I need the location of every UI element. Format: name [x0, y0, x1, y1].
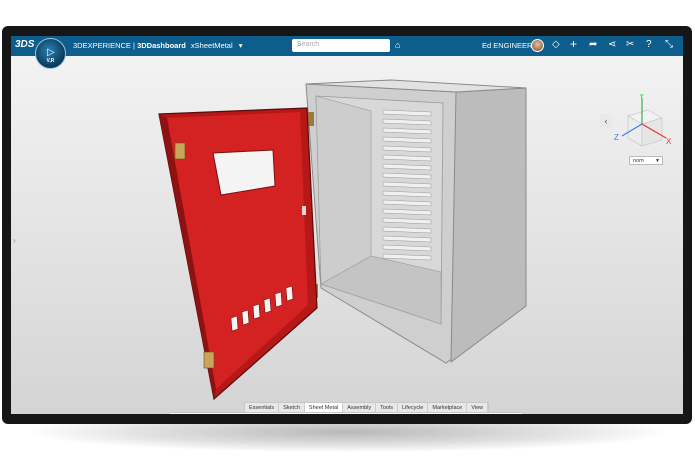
app-title[interactable]: 3DEXPERIENCE | 3DDashboard xSheetMetal ▾ [73, 41, 242, 50]
compass-widget[interactable]: ▷ V,R [35, 38, 66, 69]
action-bar-tabs: Essentials Sketch Sheet Metal Assembly Tools… [244, 402, 490, 412]
door-hole [263, 297, 272, 314]
title-brand: 3DEXPERIENCE [73, 41, 131, 50]
hinge-top [308, 112, 314, 126]
view-select-value: nom [633, 158, 644, 164]
axis-x-label: X [666, 137, 672, 146]
enclosure-model[interactable] [11, 56, 683, 414]
cabinet-side-panel [450, 87, 527, 364]
door-hole [230, 315, 239, 332]
search-icon[interactable]: ⌕ [297, 40, 386, 50]
door-hinge-top [174, 142, 186, 160]
chevron-down-icon[interactable]: ▾ [239, 41, 243, 50]
plus-icon[interactable]: + [570, 37, 577, 51]
door-hole [274, 291, 283, 308]
play-icon: ▷ [47, 47, 55, 58]
door-hole [241, 309, 250, 326]
tab-sheet-metal[interactable]: Sheet Metal [304, 403, 344, 412]
tab-lifecycle[interactable]: Lifecycle [398, 403, 429, 412]
axis-z-label: Z [614, 133, 619, 142]
view-select[interactable]: nom ▼ [629, 156, 663, 165]
vent-slots [382, 109, 432, 261]
door-hole [285, 285, 294, 302]
3d-viewport[interactable]: › ‹ Y X Z nom ▼ Essentials Sketch Sheet … [11, 56, 683, 414]
tab-essentials[interactable]: Essentials [245, 403, 280, 412]
title-app: 3DDashboard [137, 41, 186, 50]
tab-view[interactable]: View [467, 403, 489, 412]
help-icon[interactable]: ? [646, 39, 652, 50]
door-latch [302, 206, 306, 215]
search-input[interactable]: Search ⌕ [292, 39, 390, 52]
tab-sketch[interactable]: Sketch [279, 403, 305, 412]
title-document: xSheetMetal [190, 41, 233, 50]
notification-icon[interactable]: ◇ [552, 39, 560, 50]
tab-tools[interactable]: Tools [376, 403, 398, 412]
tag-icon[interactable]: ⌂ [395, 40, 400, 50]
cabinet-left-wall [315, 95, 372, 285]
collapse-icon[interactable]: ⤡ [665, 39, 673, 50]
door-hole [252, 303, 261, 320]
tools-icon[interactable]: ✂ [626, 39, 634, 50]
top-bar: 3DS 3DEXPERIENCE | 3DDashboard xSheetMet… [11, 36, 683, 56]
avatar[interactable] [531, 39, 544, 52]
chevron-down-icon: ▼ [655, 158, 660, 164]
action-bar: ⌄ [169, 412, 524, 414]
compass-version: V,R [46, 58, 55, 64]
network-icon[interactable]: ⋖ [608, 39, 616, 50]
navigation-cube[interactable]: Y X Z [608, 94, 672, 158]
share-icon[interactable]: ➦ [589, 39, 597, 50]
brand-logo[interactable]: 3DS [15, 39, 34, 50]
tab-marketplace[interactable]: Marketplace [428, 403, 468, 412]
axis-y-label: Y [639, 94, 645, 101]
door-hinge-bottom [203, 351, 215, 369]
user-name[interactable]: Ed ENGINEER [482, 41, 532, 50]
app-screen: 3DS 3DEXPERIENCE | 3DDashboard xSheetMet… [11, 36, 683, 414]
tab-assembly[interactable]: Assembly [343, 403, 377, 412]
